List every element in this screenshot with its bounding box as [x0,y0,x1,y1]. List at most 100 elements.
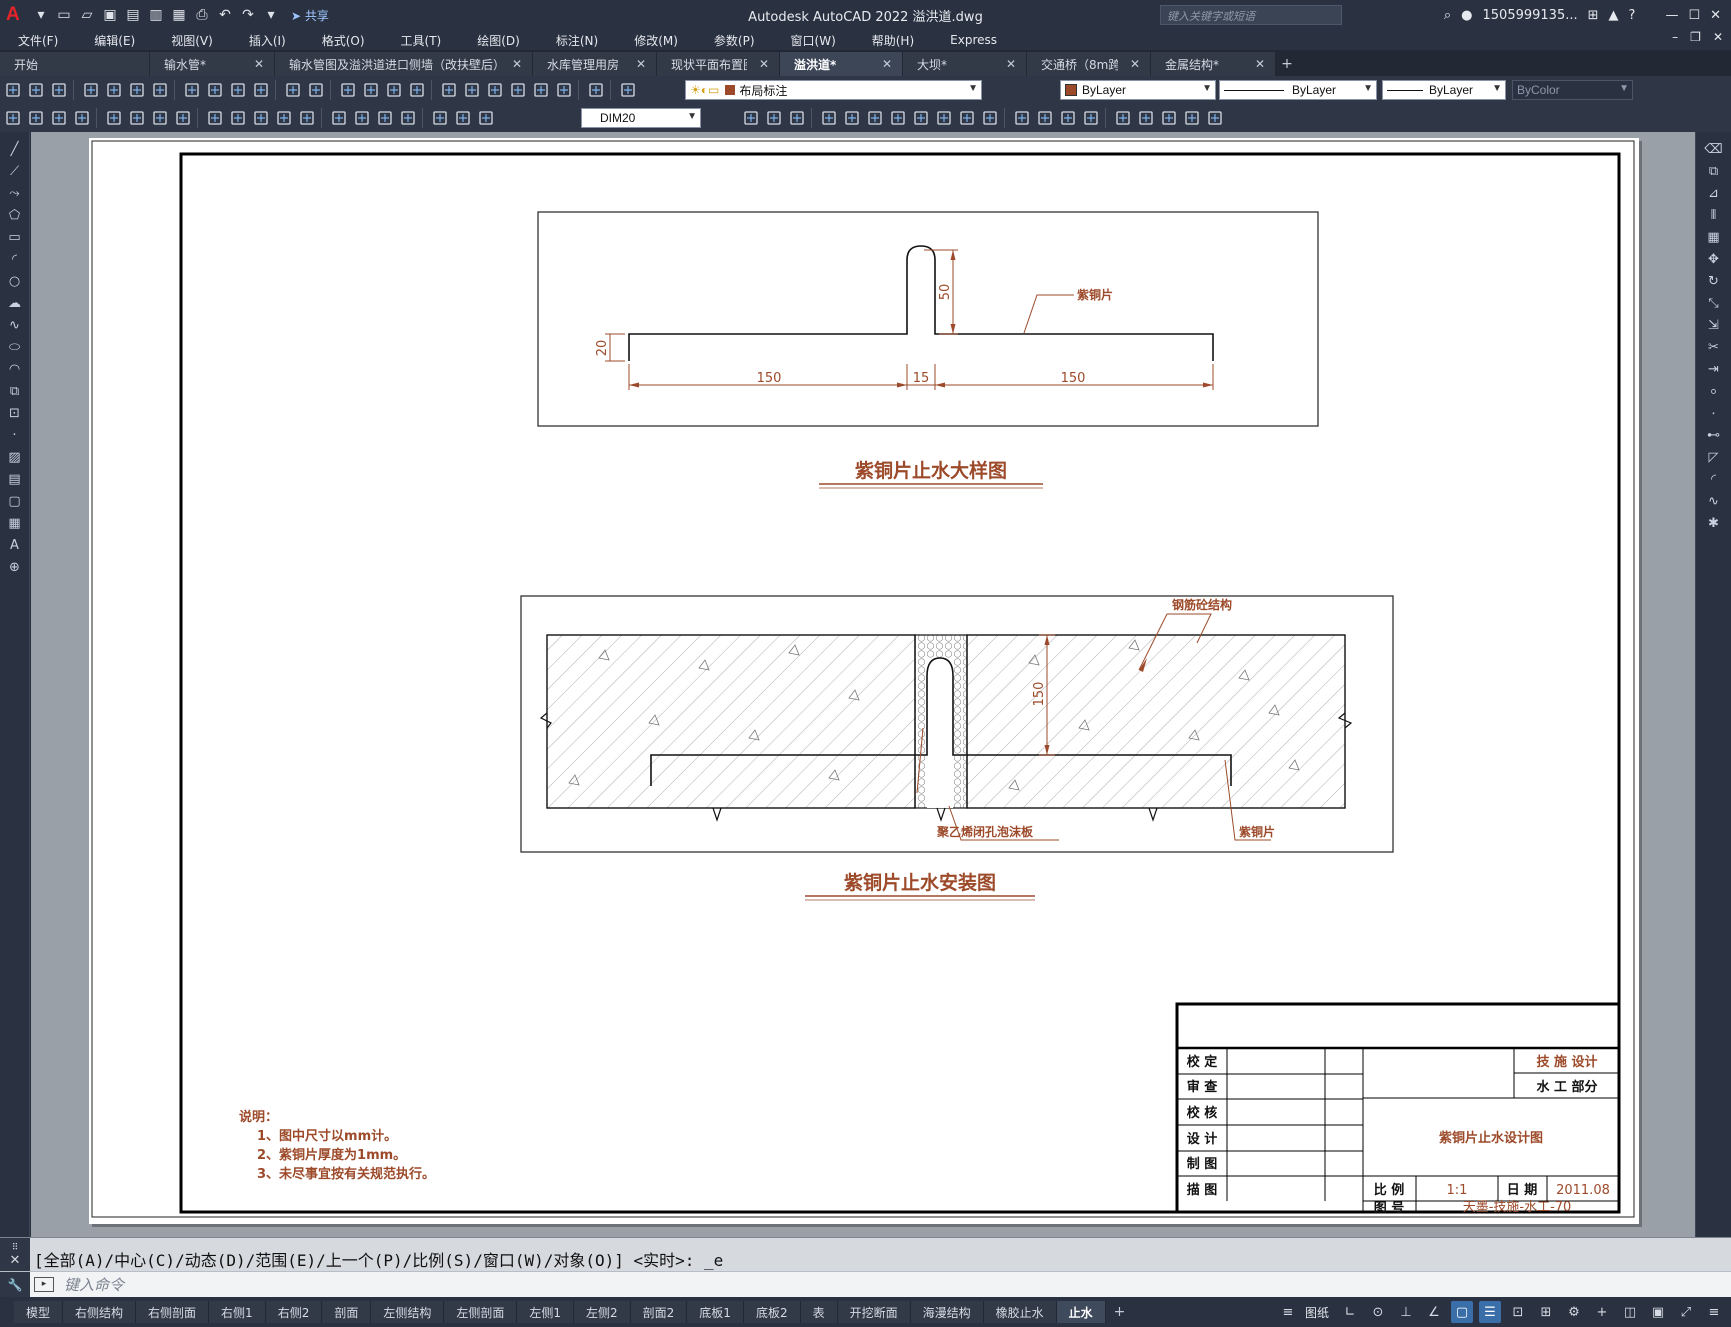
layer-current-icon[interactable] [980,108,1000,128]
help-icon[interactable] [586,80,606,100]
layout-tab[interactable]: 模型 [14,1301,64,1323]
close-tab-icon[interactable]: ✕ [759,57,769,71]
pan-icon[interactable] [338,80,358,100]
file-tab[interactable]: 开始 [0,52,150,76]
stretch-icon[interactable]: ⇲ [1703,314,1725,336]
layer-state-icon[interactable] [1035,108,1055,128]
layout-tab[interactable]: 海漫结构 [910,1301,984,1323]
layout-tab[interactable]: 右侧剖面 [136,1301,210,1323]
dim-text-edit-icon[interactable] [453,108,473,128]
selection-cycling-icon[interactable]: ⊡ [1507,1301,1529,1323]
new-icon[interactable] [3,80,23,100]
close-tab-icon[interactable]: ✕ [636,57,646,71]
markup-icon[interactable] [531,80,551,100]
menu-item[interactable]: 绘图(D) [477,32,520,49]
scale-icon[interactable]: ⤡ [1703,292,1725,314]
angular-icon[interactable] [173,108,193,128]
autodesk-app-icon[interactable]: ▲ [1609,8,1619,23]
file-tab[interactable]: 输水管* ✕ [150,52,275,76]
mirror-icon[interactable]: ⊿ [1703,182,1725,204]
layout-tab[interactable]: 左侧剖面 [444,1301,518,1323]
menu-item[interactable]: 参数(P) [714,32,755,49]
arc-length-icon[interactable] [49,108,69,128]
layout-tab[interactable]: 底板1 [687,1301,744,1323]
layout-tab[interactable]: 左侧2 [574,1301,631,1323]
blend-icon[interactable]: ∿ [1703,490,1725,512]
snap-mode-icon[interactable]: ∟ [1339,1301,1361,1323]
close-tab-icon[interactable]: ✕ [1130,57,1140,71]
extend-icon[interactable]: ⇥ [1703,358,1725,380]
menu-item[interactable]: 工具(T) [401,32,442,49]
redo-icon[interactable] [306,80,326,100]
menu-item[interactable]: Express [950,33,997,47]
save-web-icon[interactable]: ▦ [169,5,189,25]
group-icon[interactable] [1113,108,1133,128]
ellipse-arc-icon[interactable]: ◠ [4,358,26,380]
help-search-input[interactable]: 键入关键字或短语 [1160,5,1342,25]
layer-settings-icon[interactable] [1081,108,1101,128]
lineweight-dropdown[interactable]: ByLayer ▼ [1382,80,1506,100]
close-tab-icon[interactable]: ✕ [882,57,892,71]
menu-item[interactable]: 编辑(E) [94,32,135,49]
trim-icon[interactable]: ✂ [1703,336,1725,358]
quick-dim-icon[interactable] [205,108,225,128]
zoom-realtime-icon[interactable] [361,80,381,100]
spline-icon[interactable]: ∿ [4,314,26,336]
undo-icon[interactable]: ↶ [215,5,235,25]
baseline-icon[interactable] [228,108,248,128]
user-name[interactable]: 1505999135... [1483,8,1578,23]
new-layout-icon[interactable]: + [1106,1304,1134,1320]
layer-unlock-icon[interactable] [865,108,885,128]
inspection-icon[interactable] [375,108,395,128]
close-tab-icon[interactable]: ✕ [1006,57,1016,71]
open-file-icon[interactable]: ▱ [77,5,97,25]
paste-icon[interactable] [228,80,248,100]
layer-lock-icon[interactable] [842,108,862,128]
radius-icon[interactable] [104,108,124,128]
ellipse-icon[interactable]: ⬭ [4,336,26,358]
dimstyle-dropdown[interactable]: DIM20 ▼ [581,108,701,128]
hatch-icon[interactable]: ▨ [4,446,26,468]
plot-icon[interactable] [81,80,101,100]
minimize-icon[interactable]: — [1665,8,1678,23]
command-input[interactable] [64,1274,1714,1296]
app-menu-chevron-icon[interactable]: ▾ [31,5,51,25]
chamfer-icon[interactable]: ◸ [1703,446,1725,468]
explode-icon[interactable]: ✱ [1703,512,1725,534]
array-icon[interactable]: ▦ [1703,226,1725,248]
zoom-previous-icon[interactable] [407,80,427,100]
dim-break-icon[interactable] [297,108,317,128]
close-icon[interactable]: ✕ [1710,8,1721,23]
file-tab[interactable]: 水库管理用房 ✕ [533,52,657,76]
dim-update-icon[interactable] [476,108,496,128]
infer-icon[interactable]: ⊙ [1367,1301,1389,1323]
dim-edit-icon[interactable] [430,108,450,128]
new-tab-icon[interactable]: + [1276,52,1298,76]
zoom-window-icon[interactable] [384,80,404,100]
tolerance-icon[interactable] [329,108,349,128]
layer-prev-icon[interactable] [1058,108,1078,128]
center-mark-icon[interactable] [352,108,372,128]
design-center-icon[interactable] [462,80,482,100]
clean-screen-icon[interactable]: ⤢ [1675,1301,1697,1323]
doc-restore-icon[interactable]: ❐ [1690,30,1701,50]
region-icon[interactable]: ▢ [4,490,26,512]
isolate-icon[interactable]: ◫ [1619,1301,1641,1323]
fillet-icon[interactable]: ◜ [1703,468,1725,490]
layer-merge-icon[interactable] [911,108,931,128]
plus-icon[interactable]: + [1591,1301,1613,1323]
layout-tab[interactable]: 止水 [1056,1301,1106,1323]
doc-minimize-icon[interactable]: – [1672,30,1678,50]
arc-icon[interactable]: ◜ [4,248,26,270]
layout-tab[interactable]: 底板2 [743,1301,801,1323]
layer-off-icon[interactable] [787,108,807,128]
customize-qat-icon[interactable]: ▾ [261,5,281,25]
join-icon[interactable]: ⊷ [1703,424,1725,446]
layer-walk-icon[interactable] [888,108,908,128]
add-selected-icon[interactable]: ⊕ [4,556,26,578]
hardware-accel-icon[interactable]: ▣ [1647,1301,1669,1323]
gradient-icon[interactable]: ▤ [4,468,26,490]
rotate-icon[interactable]: ↻ [1703,270,1725,292]
save-as-icon[interactable]: ▤ [123,5,143,25]
table-icon[interactable]: ▦ [4,512,26,534]
